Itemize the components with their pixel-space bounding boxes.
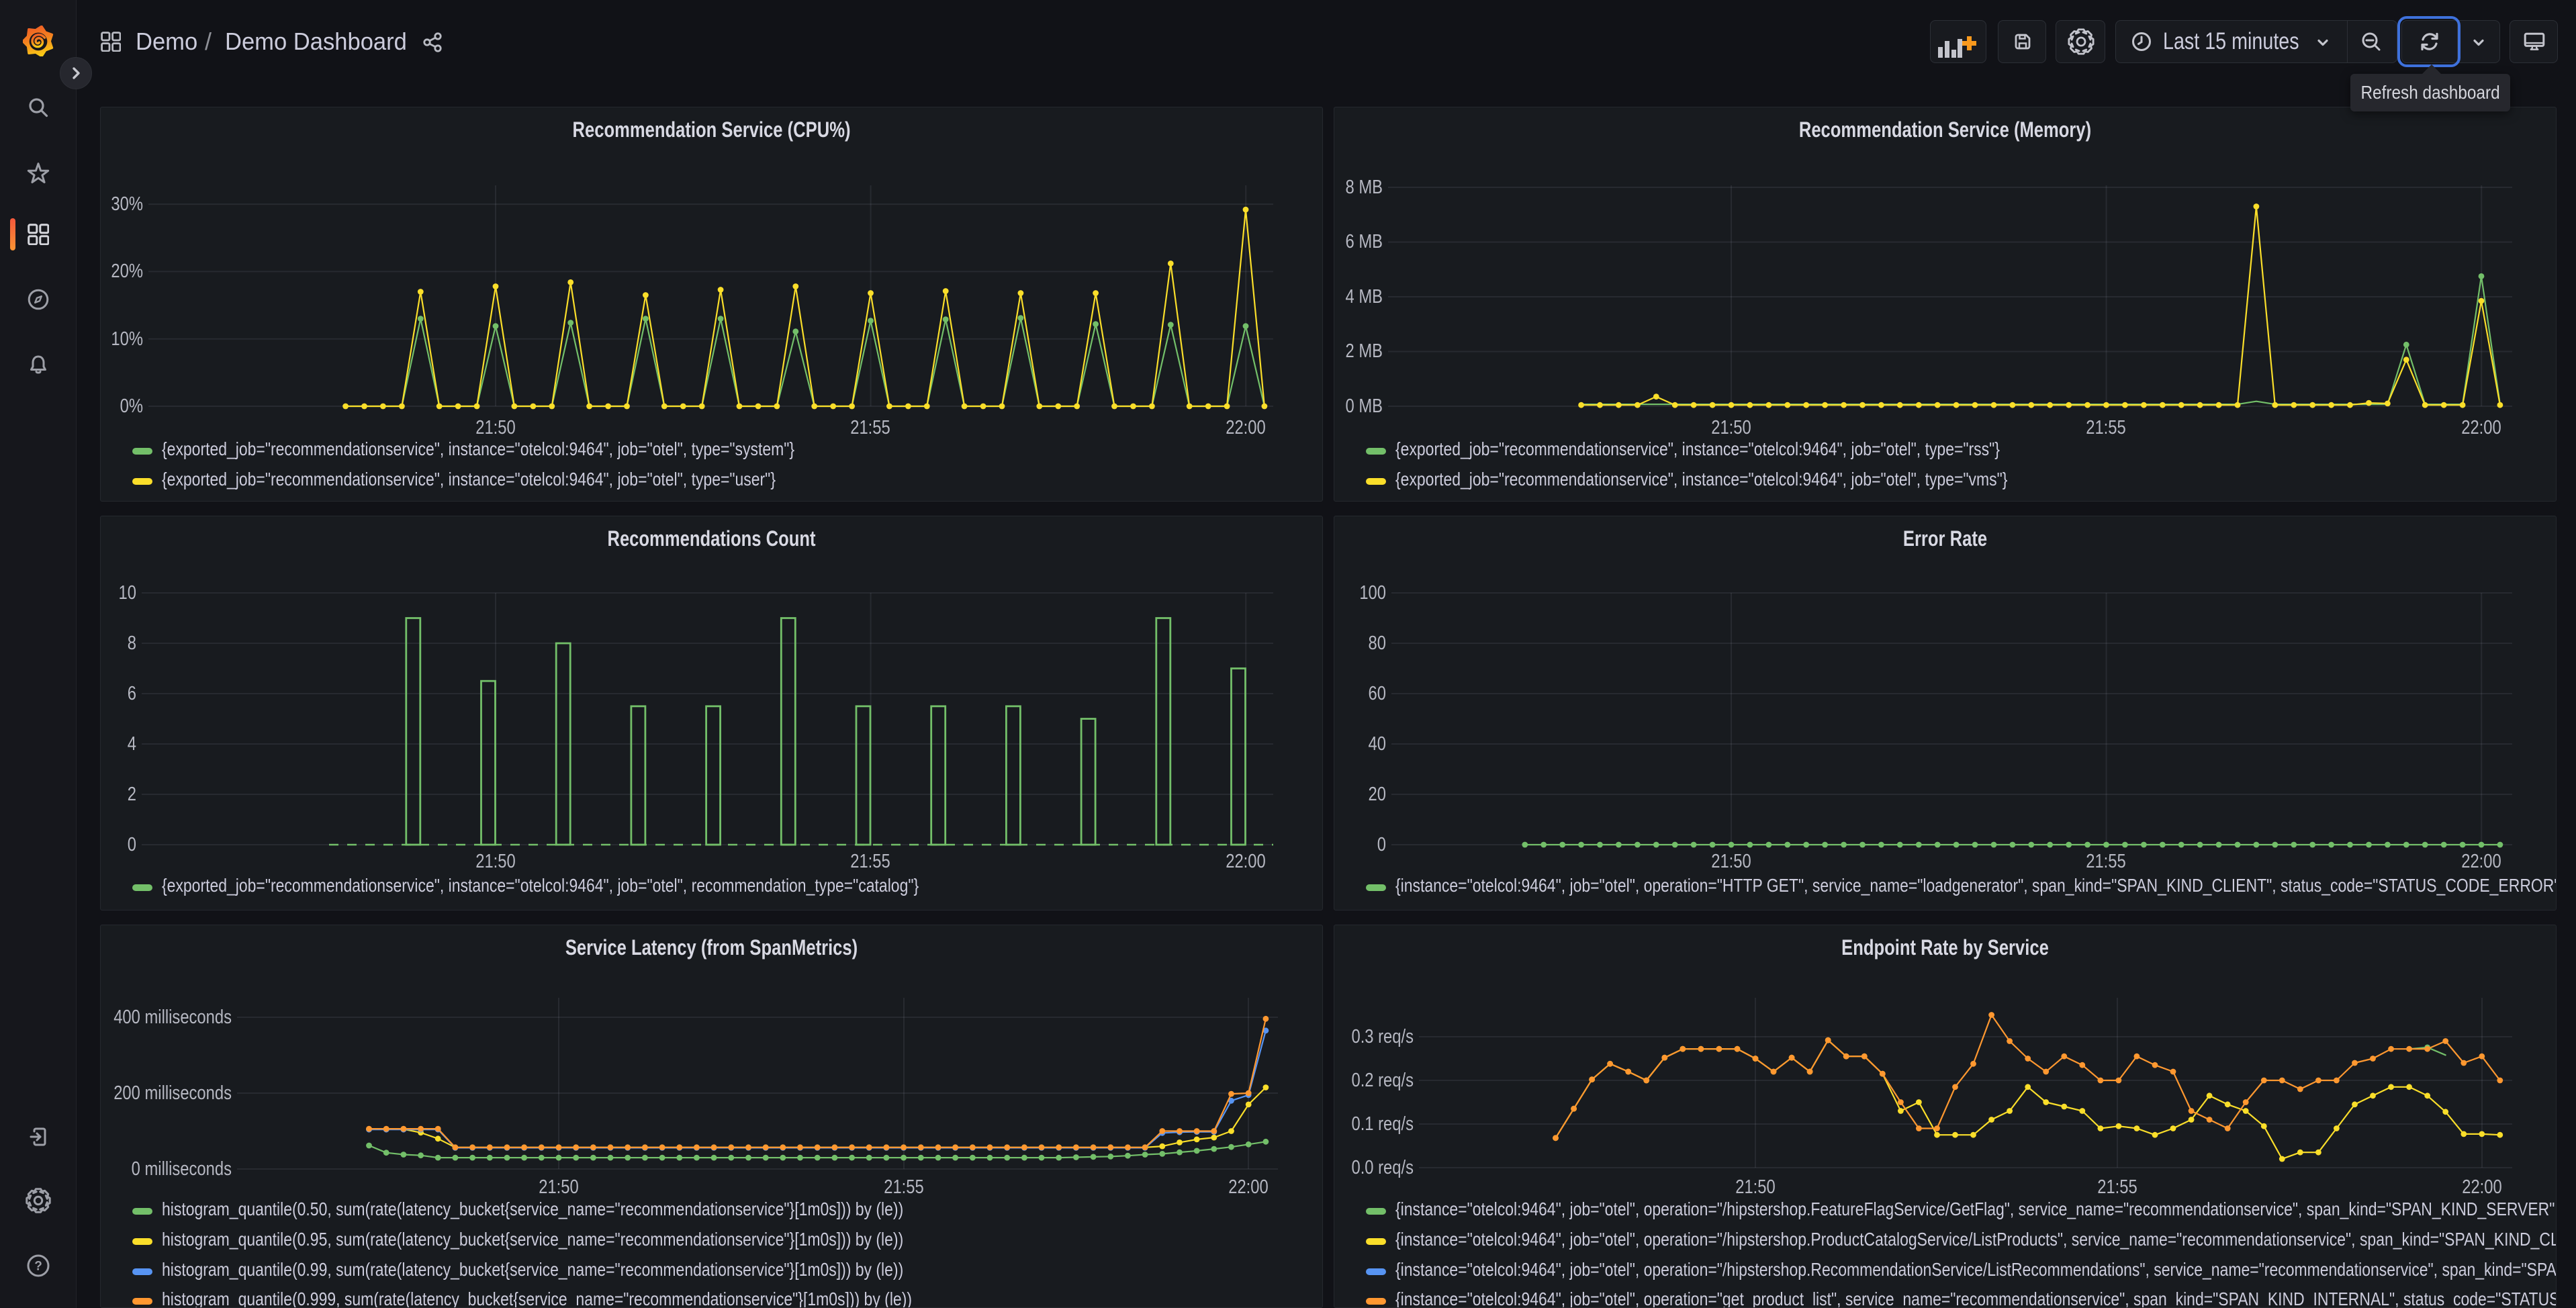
svg-text:?: ? <box>34 1260 42 1274</box>
